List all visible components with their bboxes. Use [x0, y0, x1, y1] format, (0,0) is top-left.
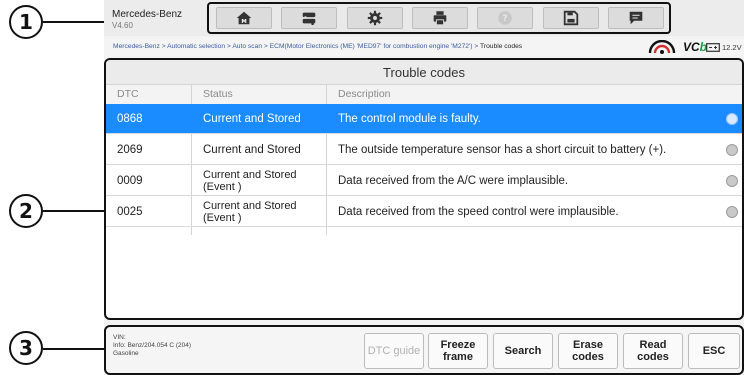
description-cell: The control module is faulty.	[338, 113, 481, 125]
help-button[interactable]: ?	[477, 7, 533, 29]
breadcrumb-current: Trouble codes	[480, 43, 523, 50]
fuel-type: Gasoline	[113, 350, 139, 357]
dtc-cell: 0868	[117, 113, 143, 125]
vehicle-info: VIN: Info: Benz/204.054 C (204) Gasoline	[113, 334, 191, 358]
dtc-info-icon[interactable]	[726, 206, 738, 218]
battery-icon	[706, 43, 720, 52]
save-icon	[563, 10, 579, 26]
description-cell: Data received from the speed control wer…	[338, 206, 619, 218]
table-row[interactable]: 0868 Current and Stored The control modu…	[106, 104, 742, 134]
printer-icon	[433, 11, 447, 26]
description-cell: The outside temperature sensor has a sho…	[338, 144, 667, 156]
callout-3: 3	[9, 331, 43, 365]
print-button[interactable]	[412, 7, 468, 29]
vehicle-model: Info: Benz/204.054 C (204)	[113, 342, 192, 349]
esc-button[interactable]: ESC	[688, 333, 740, 369]
screen: 1 2 3 Mercedes-Benz V4.60 M ? Mercedes-B…	[0, 0, 744, 375]
vci-label: VCb	[683, 40, 708, 54]
vehicle-swap-button[interactable]	[281, 7, 337, 29]
battery-voltage: 12.2V	[722, 43, 742, 52]
callout-2-leader	[43, 210, 104, 212]
home-icon: M	[236, 11, 252, 25]
status-cell: Current and Stored (Event )	[203, 169, 297, 193]
erase-codes-button[interactable]: Erase codes	[558, 333, 618, 369]
search-button[interactable]: Search	[493, 333, 553, 369]
home-button[interactable]: M	[216, 7, 272, 29]
message-button[interactable]	[608, 7, 664, 29]
status-cell: Current and Stored (Event )	[203, 200, 297, 224]
toolbar: M ?	[207, 2, 671, 34]
breadcrumb-path[interactable]: Mercedes-Benz > Automatic selection > Au…	[113, 43, 480, 50]
dtc-guide-button[interactable]: DTC guide	[364, 333, 424, 369]
settings-button[interactable]	[347, 7, 403, 29]
vehicle-brand: Mercedes-Benz	[112, 9, 183, 20]
dtc-cell: 2069	[117, 144, 143, 156]
column-header-description: Description	[327, 85, 742, 104]
table-row[interactable]: 2069 Current and Stored The outside temp…	[106, 135, 742, 165]
trouble-codes-panel: Trouble codes DTC Status Description 086…	[104, 58, 744, 320]
vin-label: VIN:	[113, 334, 126, 341]
save-button[interactable]	[543, 7, 599, 29]
freeze-frame-button[interactable]: Freeze frame	[428, 333, 488, 369]
table-row[interactable]: 0009 Current and Stored (Event ) Data re…	[106, 166, 742, 196]
dtc-info-icon[interactable]	[726, 144, 738, 156]
svg-text:M: M	[241, 19, 246, 25]
read-codes-button[interactable]: Read codes	[623, 333, 683, 369]
software-version: V4.60	[112, 21, 133, 30]
vehicle-swap-icon	[302, 12, 316, 26]
status-cell: Current and Stored	[203, 113, 301, 125]
column-header-dtc: DTC	[106, 85, 191, 104]
dtc-info-icon[interactable]	[726, 113, 738, 125]
callout-1: 1	[9, 5, 43, 39]
breadcrumb[interactable]: Mercedes-Benz > Automatic selection > Au…	[113, 43, 522, 50]
panel-title: Trouble codes	[106, 60, 742, 85]
help-icon: ?	[498, 11, 512, 25]
callout-3-leader	[43, 348, 104, 350]
vci-connection-icon	[648, 40, 676, 54]
dtc-info-icon[interactable]	[726, 175, 738, 187]
message-icon	[629, 11, 643, 25]
svg-text:?: ?	[502, 14, 507, 24]
callout-2: 2	[9, 194, 43, 228]
description-cell: Data received from the A/C were implausi…	[338, 175, 569, 187]
settings-gear-icon	[367, 10, 383, 26]
dtc-cell: 0009	[117, 175, 143, 187]
column-header-status: Status	[192, 85, 326, 104]
dtc-cell: 0025	[117, 206, 143, 218]
table-row[interactable]: 0025 Current and Stored (Event ) Data re…	[106, 197, 742, 227]
status-cell: Current and Stored	[203, 144, 301, 156]
